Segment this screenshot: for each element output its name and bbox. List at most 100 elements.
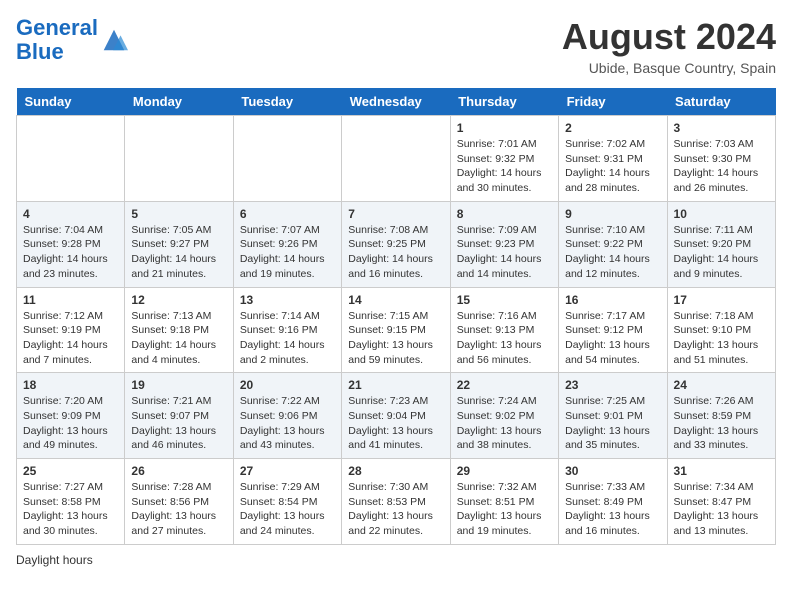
calendar-subtitle: Ubide, Basque Country, Spain: [562, 60, 776, 76]
day-cell: 13Sunrise: 7:14 AM Sunset: 9:16 PM Dayli…: [233, 287, 341, 373]
day-number: 10: [674, 207, 769, 221]
logo-text: General Blue: [16, 16, 98, 64]
calendar-body: 1 Sunrise: 7:01 AM Sunset: 9:32 PM Daylig…: [17, 116, 776, 545]
day-cell: 31 Sunrise: 7:34 AM Sunset: 8:47 PM Dayli…: [667, 459, 775, 545]
day-info: Sunrise: 7:16 AM Sunset: 9:13 PM Dayligh…: [457, 309, 552, 368]
day-info: Sunrise: 7:03 AM Sunset: 9:30 PM Dayligh…: [674, 137, 769, 196]
day-info: Sunrise: 7:01 AM Sunset: 9:32 PM Dayligh…: [457, 137, 552, 196]
day-cell: 7 Sunrise: 7:08 AM Sunset: 9:25 PM Daylig…: [342, 201, 450, 287]
day-info: Sunrise: 7:04 AM Sunset: 9:28 PM Dayligh…: [23, 223, 118, 282]
day-number: 9: [565, 207, 660, 221]
header-cell-friday: Friday: [559, 88, 667, 116]
day-number: 19: [131, 378, 226, 392]
header-cell-monday: Monday: [125, 88, 233, 116]
calendar-title: August 2024: [562, 16, 776, 58]
day-cell: 1 Sunrise: 7:01 AM Sunset: 9:32 PM Daylig…: [450, 116, 558, 202]
day-cell: 18 Sunrise: 7:20 AM Sunset: 9:09 PM Dayli…: [17, 373, 125, 459]
week-row-1: 1 Sunrise: 7:01 AM Sunset: 9:32 PM Daylig…: [17, 116, 776, 202]
day-number: 5: [131, 207, 226, 221]
day-cell: 22 Sunrise: 7:24 AM Sunset: 9:02 PM Dayli…: [450, 373, 558, 459]
day-number: 22: [457, 378, 552, 392]
day-info: Sunrise: 7:22 AM Sunset: 9:06 PM Dayligh…: [240, 394, 335, 453]
day-cell: 16 Sunrise: 7:17 AM Sunset: 9:12 PM Dayli…: [559, 287, 667, 373]
day-cell: 17 Sunrise: 7:18 AM Sunset: 9:10 PM Dayli…: [667, 287, 775, 373]
day-number: 28: [348, 464, 443, 478]
header: General Blue August 2024 Ubide, Basque C…: [16, 16, 776, 76]
day-cell: 14Sunrise: 7:15 AM Sunset: 9:15 PM Dayli…: [342, 287, 450, 373]
day-info: Sunrise: 7:17 AM Sunset: 9:12 PM Dayligh…: [565, 309, 660, 368]
day-cell: [342, 116, 450, 202]
day-info: Sunrise: 7:21 AM Sunset: 9:07 PM Dayligh…: [131, 394, 226, 453]
day-info: Sunrise: 7:13 AM Sunset: 9:18 PM Dayligh…: [131, 309, 226, 368]
day-cell: 21 Sunrise: 7:23 AM Sunset: 9:04 PM Dayli…: [342, 373, 450, 459]
day-info: Sunrise: 7:09 AM Sunset: 9:23 PM Dayligh…: [457, 223, 552, 282]
week-row-5: 25 Sunrise: 7:27 AM Sunset: 8:58 PM Dayli…: [17, 459, 776, 545]
day-cell: 6 Sunrise: 7:07 AM Sunset: 9:26 PM Daylig…: [233, 201, 341, 287]
day-cell: 19 Sunrise: 7:21 AM Sunset: 9:07 PM Dayli…: [125, 373, 233, 459]
day-cell: 11 Sunrise: 7:12 AM Sunset: 9:19 PM Dayli…: [17, 287, 125, 373]
day-number: 23: [565, 378, 660, 392]
day-info: Sunrise: 7:07 AM Sunset: 9:26 PM Dayligh…: [240, 223, 335, 282]
day-number: 25: [23, 464, 118, 478]
day-cell: 10 Sunrise: 7:11 AM Sunset: 9:20 PM Dayli…: [667, 201, 775, 287]
day-cell: 25 Sunrise: 7:27 AM Sunset: 8:58 PM Dayli…: [17, 459, 125, 545]
day-info: Sunrise: 7:11 AM Sunset: 9:20 PM Dayligh…: [674, 223, 769, 282]
day-number: 30: [565, 464, 660, 478]
day-cell: [17, 116, 125, 202]
day-cell: 27Sunrise: 7:29 AM Sunset: 8:54 PM Dayli…: [233, 459, 341, 545]
day-number: 26: [131, 464, 226, 478]
day-info: Sunrise: 7:24 AM Sunset: 9:02 PM Dayligh…: [457, 394, 552, 453]
header-cell-sunday: Sunday: [17, 88, 125, 116]
day-number: 11: [23, 293, 118, 307]
day-cell: [125, 116, 233, 202]
day-cell: 20 Sunrise: 7:22 AM Sunset: 9:06 PM Dayli…: [233, 373, 341, 459]
day-info: Sunrise: 7:34 AM Sunset: 8:47 PM Dayligh…: [674, 480, 769, 539]
week-row-4: 18 Sunrise: 7:20 AM Sunset: 9:09 PM Dayli…: [17, 373, 776, 459]
day-info: Sunrise: 7:33 AM Sunset: 8:49 PM Dayligh…: [565, 480, 660, 539]
day-number: 15: [457, 293, 552, 307]
day-info: Sunrise: 7:27 AM Sunset: 8:58 PM Dayligh…: [23, 480, 118, 539]
day-info: Sunrise: 7:10 AM Sunset: 9:22 PM Dayligh…: [565, 223, 660, 282]
day-info: Sunrise: 7:32 AM Sunset: 8:51 PM Dayligh…: [457, 480, 552, 539]
day-number: 1: [457, 121, 552, 135]
day-cell: 2Sunrise: 7:02 AM Sunset: 9:31 PM Daylig…: [559, 116, 667, 202]
day-cell: 3Sunrise: 7:03 AM Sunset: 9:30 PM Daylig…: [667, 116, 775, 202]
day-info: Sunrise: 7:25 AM Sunset: 9:01 PM Dayligh…: [565, 394, 660, 453]
day-number: 8: [457, 207, 552, 221]
logo: General Blue: [16, 16, 128, 64]
logo-icon: [100, 26, 128, 54]
day-info: Sunrise: 7:23 AM Sunset: 9:04 PM Dayligh…: [348, 394, 443, 453]
day-number: 16: [565, 293, 660, 307]
day-info: Sunrise: 7:14 AM Sunset: 9:16 PM Dayligh…: [240, 309, 335, 368]
day-number: 29: [457, 464, 552, 478]
day-info: Sunrise: 7:30 AM Sunset: 8:53 PM Dayligh…: [348, 480, 443, 539]
day-info: Sunrise: 7:18 AM Sunset: 9:10 PM Dayligh…: [674, 309, 769, 368]
day-info: Sunrise: 7:20 AM Sunset: 9:09 PM Dayligh…: [23, 394, 118, 453]
day-number: 6: [240, 207, 335, 221]
day-info: Sunrise: 7:08 AM Sunset: 9:25 PM Dayligh…: [348, 223, 443, 282]
day-info: Sunrise: 7:26 AM Sunset: 8:59 PM Dayligh…: [674, 394, 769, 453]
day-cell: 29 Sunrise: 7:32 AM Sunset: 8:51 PM Dayli…: [450, 459, 558, 545]
week-row-2: 4Sunrise: 7:04 AM Sunset: 9:28 PM Daylig…: [17, 201, 776, 287]
day-info: Sunrise: 7:12 AM Sunset: 9:19 PM Dayligh…: [23, 309, 118, 368]
day-number: 31: [674, 464, 769, 478]
day-cell: 12 Sunrise: 7:13 AM Sunset: 9:18 PM Dayli…: [125, 287, 233, 373]
calendar-table: SundayMondayTuesdayWednesdayThursdayFrid…: [16, 88, 776, 545]
day-cell: 24Sunrise: 7:26 AM Sunset: 8:59 PM Dayli…: [667, 373, 775, 459]
footer-note: Daylight hours: [16, 553, 776, 567]
day-number: 20: [240, 378, 335, 392]
day-cell: 28 Sunrise: 7:30 AM Sunset: 8:53 PM Dayli…: [342, 459, 450, 545]
day-cell: 4Sunrise: 7:04 AM Sunset: 9:28 PM Daylig…: [17, 201, 125, 287]
day-number: 18: [23, 378, 118, 392]
day-number: 21: [348, 378, 443, 392]
day-number: 7: [348, 207, 443, 221]
day-cell: 26 Sunrise: 7:28 AM Sunset: 8:56 PM Dayli…: [125, 459, 233, 545]
day-info: Sunrise: 7:28 AM Sunset: 8:56 PM Dayligh…: [131, 480, 226, 539]
header-row: SundayMondayTuesdayWednesdayThursdayFrid…: [17, 88, 776, 116]
day-number: 2: [565, 121, 660, 135]
day-cell: 23 Sunrise: 7:25 AM Sunset: 9:01 PM Dayli…: [559, 373, 667, 459]
day-info: Sunrise: 7:15 AM Sunset: 9:15 PM Dayligh…: [348, 309, 443, 368]
day-number: 12: [131, 293, 226, 307]
day-number: 17: [674, 293, 769, 307]
logo-blue: Blue: [16, 39, 64, 64]
